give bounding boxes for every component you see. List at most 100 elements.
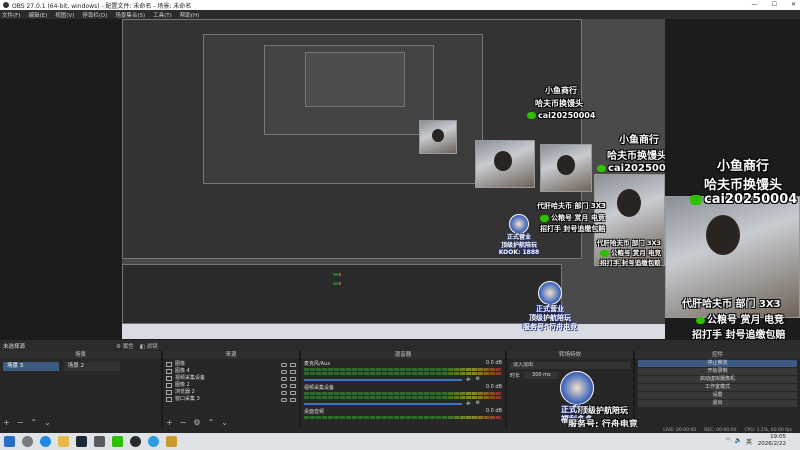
source-item[interactable]: 窗口采集 3 <box>163 396 299 403</box>
visibility-eye-icon[interactable] <box>281 397 287 402</box>
window-controls: — ☐ ✕ <box>752 1 796 8</box>
maximize-button[interactable]: ☐ <box>772 1 777 8</box>
wechat-app-icon[interactable] <box>112 436 123 447</box>
track-name: 视频采集设备 <box>304 385 335 391</box>
webcam-medium <box>540 144 592 192</box>
source-item[interactable]: 视频采集设备 <box>163 375 299 382</box>
clock-date: 2026/2/22 <box>757 441 786 447</box>
source-properties-icon[interactable]: ⚙ <box>193 418 200 427</box>
exit-button[interactable]: 退出 <box>638 400 797 407</box>
cpu-status: CPU: 1.1%, 60.00 fps <box>744 427 793 433</box>
close-button[interactable]: ✕ <box>791 1 796 8</box>
badge-avatar-icon <box>538 281 562 305</box>
explorer-icon[interactable] <box>58 436 69 447</box>
visibility-eye-icon[interactable] <box>281 369 287 374</box>
track-name: 麦克风/Aux <box>304 361 331 367</box>
properties-button[interactable]: ⚙ 属性 <box>116 342 134 350</box>
nested-mixer <box>122 264 562 324</box>
nested-webcam-2 <box>475 140 535 188</box>
mixer-track: 麦克风/Aux 0.0 dB 🔈 ⚙ <box>301 359 505 383</box>
edge-browser-icon[interactable] <box>40 436 51 447</box>
source-item[interactable]: 图像 4 <box>163 368 299 375</box>
volume-slider[interactable] <box>304 379 463 381</box>
wechat-icon <box>696 316 705 324</box>
visibility-eye-icon[interactable] <box>281 362 287 367</box>
badge-avatar-icon <box>560 371 594 405</box>
input-language[interactable]: 英 <box>746 437 752 446</box>
track-db: 0.0 dB <box>485 360 502 366</box>
overlay-badge-small: 正式营业 顶级护航陪玩 KOOK: 1888 <box>474 214 564 257</box>
lock-icon[interactable] <box>290 362 296 367</box>
move-down-icon[interactable]: ⌄ <box>221 418 228 427</box>
image-icon <box>166 383 172 388</box>
lock-icon[interactable] <box>290 397 296 402</box>
lock-icon[interactable] <box>290 383 296 388</box>
no-source-selected-label: 未选择源 <box>3 343 26 350</box>
badge-avatar-icon <box>509 214 529 234</box>
overlay-slogan-small: 哈夫币换馒头 <box>535 99 583 108</box>
menu-edit[interactable]: 编辑(E) <box>28 11 47 19</box>
visibility-eye-icon[interactable] <box>281 390 287 395</box>
move-up-icon[interactable]: ⌃ <box>208 418 215 427</box>
overlay-shop-name-small: 小鱼商行 <box>545 86 577 95</box>
overlay-badge-text-3: 顶级护航陪玩 <box>580 406 628 415</box>
window-title: OBS 27.0.1 (64-bit, windows) - 配置文件: 未命名… <box>12 2 192 10</box>
scene-item[interactable]: 场景 2 <box>63 362 120 371</box>
add-source-button[interactable]: + <box>166 418 173 427</box>
search-icon[interactable] <box>22 436 33 447</box>
move-down-icon[interactable]: ⌄ <box>44 418 51 427</box>
stop-streaming-button[interactable]: 停止推流 <box>638 360 797 367</box>
windows-start-icon[interactable] <box>4 436 15 447</box>
overlay-slogan: 哈夫币换馒头 <box>704 178 783 193</box>
lock-icon[interactable] <box>290 369 296 374</box>
source-item[interactable]: 图像 <box>163 361 299 368</box>
gear-icon[interactable]: ⚙ <box>476 376 480 382</box>
studio-mode-button[interactable]: 工作室模式 <box>638 384 797 391</box>
speaker-icon[interactable]: 🔈 <box>466 400 472 406</box>
minimize-button[interactable]: — <box>752 1 758 8</box>
sources-dock-title: 来源 <box>163 351 299 359</box>
gear-icon[interactable]: ⚙ <box>476 400 480 406</box>
rec-status: REC: 00:00:00 <box>704 427 737 433</box>
source-item[interactable]: 图像 2 <box>163 382 299 389</box>
settings-button[interactable]: 设置 <box>638 392 797 399</box>
transition-select[interactable]: 淡入淡出 <box>510 362 630 369</box>
menu-file[interactable]: 文件(F) <box>2 11 20 19</box>
steam-icon[interactable] <box>76 436 87 447</box>
volume-icon[interactable]: 🔈 <box>735 437 742 446</box>
game-icon[interactable] <box>94 436 105 447</box>
menu-view[interactable]: 视图(V) <box>55 11 74 19</box>
menu-tools[interactable]: 工具(T) <box>153 11 172 19</box>
remove-scene-button[interactable]: − <box>17 418 24 427</box>
lock-icon[interactable] <box>290 390 296 395</box>
visibility-eye-icon[interactable] <box>281 383 287 388</box>
wifi-icon[interactable]: ◠ <box>725 437 730 446</box>
taskbar-clock[interactable]: 19:05 2026/2/22 <box>758 434 786 448</box>
app-icon[interactable] <box>166 436 177 447</box>
controls-dock-title: 控件 <box>635 351 800 359</box>
wechat-icon <box>600 249 609 257</box>
wechat-icon <box>690 194 702 205</box>
visibility-eye-icon[interactable] <box>281 376 287 381</box>
taskbar: ◠ 🔈 英 19:05 2026/2/22 <box>0 433 800 450</box>
lock-icon[interactable] <box>290 376 296 381</box>
overlay-promo1-small: 代肝哈夫币 部门 3X3 <box>597 239 662 247</box>
virtual-camera-button[interactable]: 启动虚拟摄像机 <box>638 376 797 383</box>
menu-help[interactable]: 帮助(H) <box>180 11 199 19</box>
overlay-promo2-small: 公粮号 赏月 电竞 <box>600 247 661 257</box>
obs-app-icon[interactable] <box>130 436 141 447</box>
browser-icon[interactable] <box>148 436 159 447</box>
move-up-icon[interactable]: ⌃ <box>30 418 37 427</box>
add-scene-button[interactable]: + <box>3 418 10 427</box>
volume-slider[interactable] <box>304 403 463 405</box>
speaker-icon[interactable]: 🔈 <box>466 376 472 382</box>
menu-scene-collection[interactable]: 场景集合(S) <box>115 11 145 19</box>
menu-docks[interactable]: 停靠栏(D) <box>82 11 107 19</box>
source-item[interactable]: 浏览器 2 <box>163 389 299 396</box>
overlay-promo3-small: 招打手 封号追缴包赔 <box>600 259 661 267</box>
preview-canvas[interactable]: 小鱼商行 哈夫币换馒头 cai20250004 小鱼商行 哈夫币换馒头 cai2… <box>122 19 665 339</box>
start-recording-button[interactable]: 开始录制 <box>638 368 797 375</box>
scene-item[interactable]: 场景 3 <box>3 362 59 371</box>
filters-button[interactable]: ◧ 滤镜 <box>140 342 158 350</box>
remove-source-button[interactable]: − <box>180 418 187 427</box>
